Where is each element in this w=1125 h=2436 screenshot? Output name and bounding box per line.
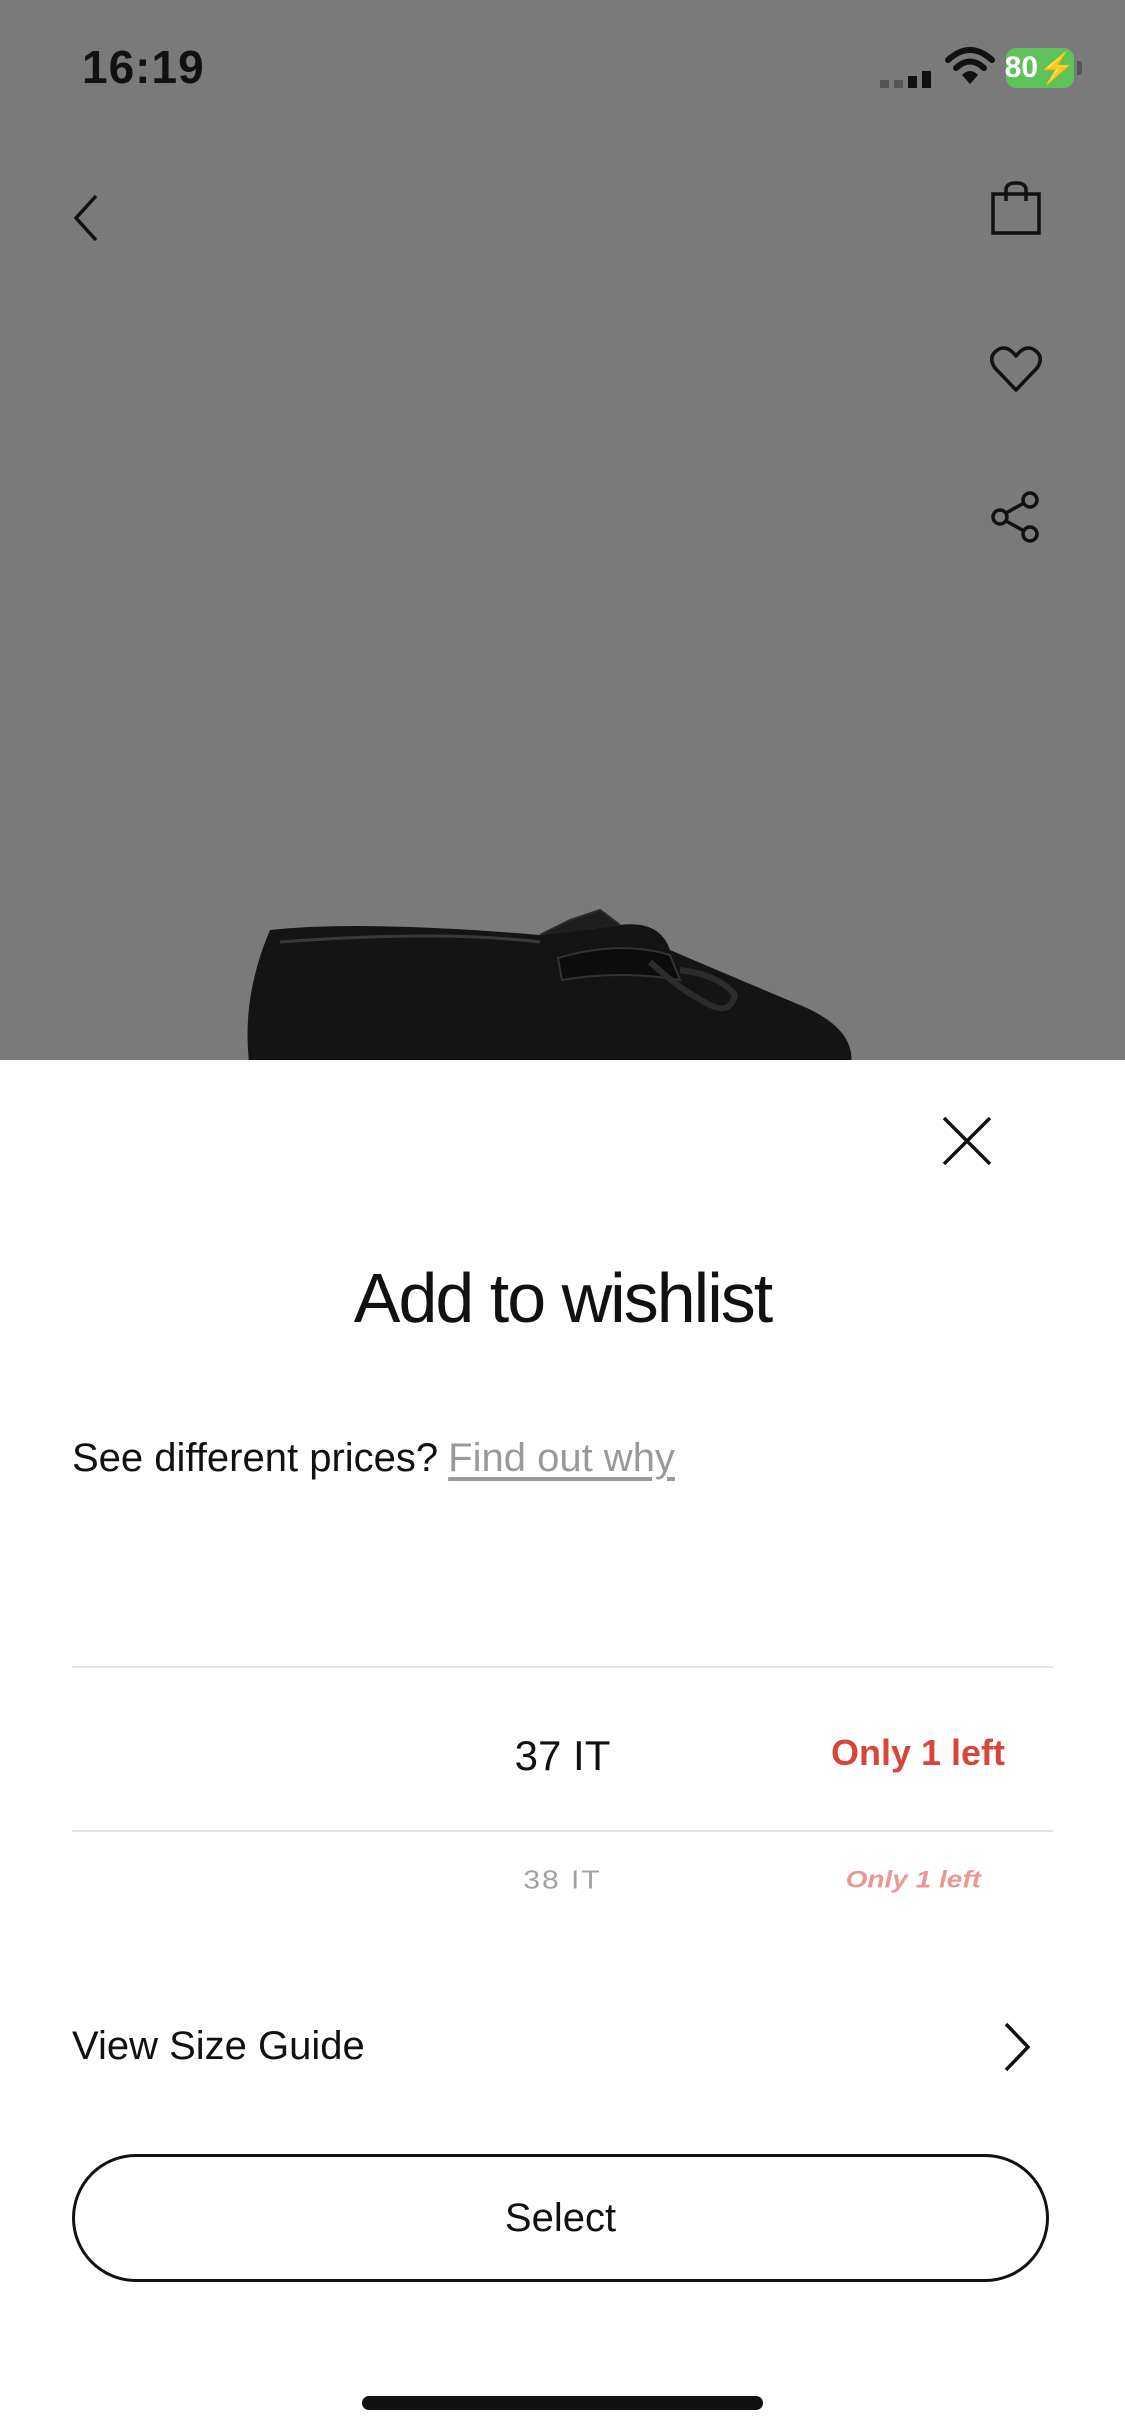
back-chevron-icon[interactable]	[68, 192, 104, 244]
size-option-38[interactable]: 38 IT Only 1 left	[72, 1864, 1053, 1904]
stock-badge: Only 1 left	[845, 1866, 981, 1893]
size-option-37[interactable]: 37 IT Only 1 left	[72, 1732, 1053, 1779]
stock-badge: Only 1 left	[830, 1732, 1005, 1773]
battery-icon: 80 ⚡	[1004, 48, 1082, 88]
picker-fade	[72, 1908, 1053, 1948]
charging-bolt-icon: ⚡	[1038, 51, 1076, 85]
home-indicator[interactable]	[362, 2396, 763, 2410]
size-selection-divider	[72, 1830, 1053, 1832]
close-icon[interactable]	[940, 1114, 994, 1168]
size-list-top-divider	[72, 1666, 1053, 1668]
shopping-bag-icon[interactable]	[990, 180, 1042, 236]
heart-icon[interactable]	[990, 344, 1042, 394]
status-bar: 16:19 80 ⚡	[0, 0, 1125, 140]
wifi-icon	[945, 47, 995, 84]
select-button[interactable]: Select	[72, 2154, 1049, 2282]
product-shoe-image	[247, 908, 852, 1060]
status-time: 16:19	[82, 41, 205, 93]
prices-question: See different prices?	[72, 1436, 439, 1480]
share-icon[interactable]	[990, 490, 1042, 544]
size-guide-label: View Size Guide	[72, 2024, 365, 2068]
find-out-why-link[interactable]: Find out why	[448, 1436, 675, 1480]
product-image-area: 16:19 80 ⚡	[0, 0, 1125, 1060]
signal-icon	[880, 71, 931, 88]
sheet-title: Add to wishlist	[353, 1259, 773, 1337]
view-size-guide-row[interactable]: View Size Guide	[72, 2012, 1053, 2082]
battery-level: 80	[1004, 51, 1039, 84]
prices-notice: See different prices? Find out why	[72, 1436, 675, 1481]
chevron-right-icon	[1004, 2022, 1031, 2072]
